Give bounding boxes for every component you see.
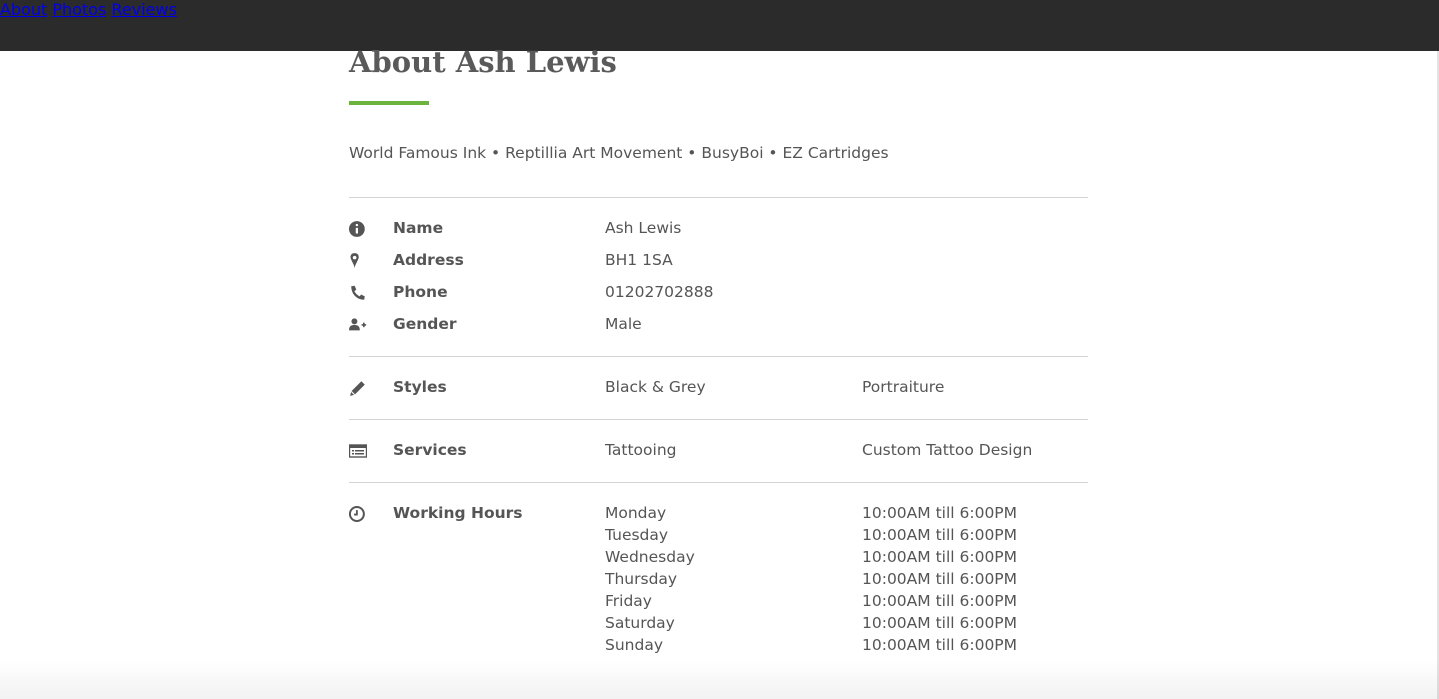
- day-label: Saturday: [605, 614, 675, 632]
- detail-label: Name: [393, 219, 444, 237]
- bottom-shadow: [0, 659, 1439, 699]
- detail-label: Gender: [393, 315, 457, 333]
- service-value: Custom Tattoo Design: [862, 441, 1033, 459]
- page-title: About Ash Lewis: [349, 45, 617, 79]
- detail-row-address: Address BH1 1SA: [349, 251, 1088, 273]
- nav-about-link[interactable]: About: [0, 0, 47, 19]
- day-label: Tuesday: [605, 526, 669, 544]
- info-circle-icon: [349, 221, 365, 237]
- hours-value: 10:00AM till 6:00PM: [862, 614, 1018, 632]
- day-label: Thursday: [605, 570, 678, 588]
- divider: [349, 197, 1088, 198]
- style-value: Black & Grey: [605, 378, 706, 396]
- affiliations-text: World Famous Ink • Reptillia Art Movemen…: [349, 144, 889, 162]
- nav-reviews-link[interactable]: Reviews: [111, 0, 176, 19]
- detail-value: Ash Lewis: [605, 219, 682, 237]
- detail-row-styles: Styles Black & Grey Portraiture: [349, 378, 1088, 400]
- detail-row-gender: Gender Male: [349, 315, 1088, 337]
- style-value: Portraiture: [862, 378, 945, 396]
- service-value: Tattooing: [605, 441, 677, 459]
- hours-value: 10:00AM till 6:00PM: [862, 592, 1018, 610]
- detail-label: Phone: [393, 283, 448, 301]
- detail-label: Styles: [393, 378, 447, 396]
- hours-value: 10:00AM till 6:00PM: [862, 570, 1018, 588]
- detail-row-services: Services Tattooing Custom Tattoo Design: [349, 441, 1088, 463]
- hours-value: 10:00AM till 6:00PM: [862, 526, 1018, 544]
- detail-row-name: Name Ash Lewis: [349, 219, 1088, 241]
- divider: [349, 419, 1088, 420]
- day-label: Wednesday: [605, 548, 695, 566]
- title-accent-underline: [349, 101, 429, 105]
- pencil-icon: [350, 381, 365, 396]
- detail-value: Male: [605, 315, 642, 333]
- user-plus-icon: [349, 318, 367, 331]
- working-days-list: Monday Tuesday Wednesday Thursday Friday…: [605, 504, 695, 658]
- detail-label: Services: [393, 441, 467, 459]
- clock-icon: [349, 506, 365, 522]
- detail-value: 01202702888: [605, 283, 714, 301]
- nav-photos-link[interactable]: Photos: [52, 0, 106, 19]
- list-icon: [349, 444, 367, 458]
- detail-label: Working Hours: [393, 504, 523, 522]
- day-label: Sunday: [605, 636, 663, 654]
- top-nav-bar: About Photos Reviews: [0, 0, 1439, 51]
- detail-value: BH1 1SA: [605, 251, 673, 269]
- working-hours-list: 10:00AM till 6:00PM 10:00AM till 6:00PM …: [862, 504, 1017, 658]
- hours-value: 10:00AM till 6:00PM: [862, 504, 1018, 522]
- detail-label: Address: [393, 251, 464, 269]
- detail-row-working-hours: Working Hours Monday Tuesday Wednesday T…: [349, 504, 1088, 654]
- divider: [349, 482, 1088, 483]
- map-pin-icon: [350, 253, 359, 269]
- hours-value: 10:00AM till 6:00PM: [862, 548, 1018, 566]
- divider: [349, 356, 1088, 357]
- phone-icon: [351, 285, 365, 300]
- hours-value: 10:00AM till 6:00PM: [862, 636, 1018, 654]
- day-label: Friday: [605, 592, 652, 610]
- detail-row-phone: Phone 01202702888: [349, 283, 1088, 305]
- day-label: Monday: [605, 504, 667, 522]
